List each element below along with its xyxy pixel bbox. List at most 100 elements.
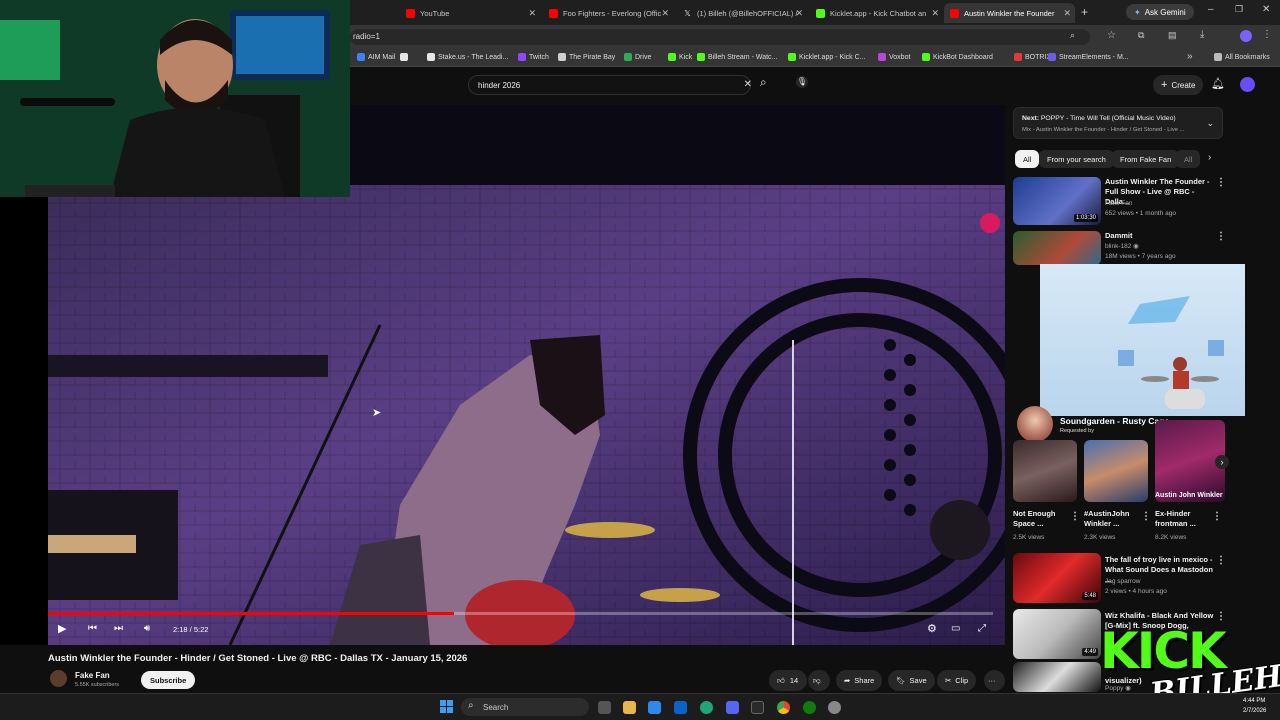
zoom-icon[interactable]: ⌕ bbox=[1070, 30, 1075, 41]
chip-from-fake-fan[interactable]: From Fake Fan bbox=[1112, 150, 1180, 168]
close-icon[interactable]: ✕ bbox=[795, 8, 803, 19]
channel-avatar[interactable] bbox=[50, 670, 67, 687]
extensions-icon[interactable]: ⧉ bbox=[1138, 30, 1144, 41]
tab-austin-winkler[interactable]: Austin Winkler the Founder ✕ bbox=[944, 3, 1075, 23]
terminal-icon[interactable] bbox=[751, 701, 764, 714]
bookmark-item[interactable]: Stake.us - The Leadi... bbox=[427, 53, 508, 61]
outlook-icon[interactable] bbox=[674, 701, 687, 714]
chip-all-2[interactable]: All bbox=[1176, 150, 1200, 168]
task-view-icon[interactable] bbox=[598, 701, 611, 714]
menu-icon[interactable]: ⋮ bbox=[1262, 29, 1272, 40]
bookmark-item[interactable]: Kick bbox=[668, 53, 692, 61]
new-tab-button[interactable]: + bbox=[1081, 5, 1088, 19]
bookmark-item[interactable]: Voxbot bbox=[878, 53, 910, 61]
chip-from-your-search[interactable]: From your search bbox=[1039, 150, 1114, 168]
more-vert-icon[interactable]: ⋮ bbox=[1216, 231, 1226, 242]
more-vert-icon[interactable]: ⋮ bbox=[1212, 511, 1222, 522]
list-item[interactable]: 5:48 The fall of troy live in mexico - W… bbox=[1013, 553, 1228, 603]
volume-icon[interactable]: 🔊︎ bbox=[144, 623, 150, 634]
settings-icon[interactable]: ⚙ bbox=[927, 622, 937, 635]
chevron-down-icon[interactable]: ⌄ bbox=[1206, 118, 1214, 129]
up-next-panel[interactable]: Next: POPPY - Time Will Tell (Official M… bbox=[1013, 107, 1223, 139]
dislike-button[interactable]: 👎︎ bbox=[808, 670, 830, 691]
tab-kicklet[interactable]: Kicklet.app - Kick Chatbot an ✕ bbox=[810, 3, 943, 23]
windows-start-icon[interactable] bbox=[440, 700, 453, 713]
settings-app-icon[interactable] bbox=[828, 701, 841, 714]
progress-track[interactable] bbox=[48, 612, 993, 615]
next-icon[interactable]: ⏭ bbox=[114, 623, 123, 634]
close-window-icon[interactable]: ✕ bbox=[1262, 4, 1270, 15]
edge-icon[interactable] bbox=[700, 701, 713, 714]
maximize-icon[interactable]: ❐ bbox=[1235, 4, 1243, 15]
tab-youtube[interactable]: YouTube ✕ bbox=[400, 3, 540, 23]
close-icon[interactable]: ✕ bbox=[1063, 8, 1071, 19]
bell-icon[interactable]: 🔔︎ bbox=[1211, 77, 1225, 90]
short-item[interactable]: #AustinJohn Winkler ... 2.3K views ⋮ bbox=[1084, 440, 1151, 545]
close-icon[interactable]: ✕ bbox=[528, 8, 536, 19]
short-item[interactable]: Austin John Winkler Ex-Hinder frontman .… bbox=[1155, 420, 1225, 545]
chip-all[interactable]: All bbox=[1015, 150, 1040, 168]
more-vert-icon[interactable]: ⋮ bbox=[1216, 177, 1226, 188]
minimize-icon[interactable]: – bbox=[1208, 4, 1214, 15]
sidepanel-icon[interactable]: ▤ bbox=[1168, 30, 1177, 41]
bookmark-star-icon[interactable]: ☆ bbox=[1107, 30, 1116, 41]
play-icon[interactable]: ▶ bbox=[58, 622, 66, 635]
bookmark-item[interactable]: Drive bbox=[624, 53, 651, 61]
url-field[interactable]: radio=1 bbox=[350, 29, 1090, 45]
bookmark-item[interactable]: AIM Mail bbox=[357, 53, 395, 61]
share-label: Share bbox=[854, 676, 875, 685]
save-button[interactable]: 🔖︎ Save bbox=[888, 670, 935, 691]
download-icon[interactable]: ⤓ bbox=[1200, 29, 1204, 40]
bookmark-item[interactable]: BOTRIX bbox=[1014, 53, 1051, 61]
list-item[interactable]: 1:03:30 Austin Winkler The Founder - Ful… bbox=[1013, 175, 1228, 225]
channel-name[interactable]: Fake Fan bbox=[75, 671, 110, 680]
bookmark-item[interactable]: Billeh Stream - Watc... bbox=[697, 53, 777, 61]
chevron-right-icon[interactable]: › bbox=[1208, 152, 1211, 163]
more-actions-button[interactable]: ··· bbox=[984, 670, 1005, 691]
more-vert-icon[interactable]: ⋮ bbox=[1216, 611, 1226, 622]
discord-icon[interactable] bbox=[726, 701, 739, 714]
music-request-overlay bbox=[1040, 264, 1245, 416]
file-explorer-icon[interactable] bbox=[623, 701, 636, 714]
xbox-icon[interactable] bbox=[803, 701, 816, 714]
subscribe-button[interactable]: Subscribe bbox=[141, 671, 196, 689]
like-button[interactable]: 👍︎ 14 bbox=[769, 670, 807, 691]
taskbar-search[interactable]: ⌕ Search bbox=[461, 698, 589, 716]
bookmark-item[interactable]: KickBot Dashboard bbox=[922, 53, 993, 61]
list-item[interactable]: Dammit blink-182 ◉ 18M views • 7 years a… bbox=[1013, 229, 1228, 265]
bookmark-item[interactable]: StreamElements - M... bbox=[1048, 53, 1129, 61]
clear-search-icon[interactable]: ✕ bbox=[744, 79, 752, 90]
share-button[interactable]: ➦ Share bbox=[836, 670, 883, 691]
bookmarks-more-icon[interactable]: » bbox=[1187, 51, 1193, 62]
profile-icon[interactable] bbox=[1240, 30, 1252, 42]
ask-gemini-button[interactable]: ✦ Ask Gemini bbox=[1126, 4, 1194, 20]
short-item[interactable]: Not Enough Space ... 2.5K views ⋮ bbox=[1013, 440, 1080, 545]
microphone-icon[interactable]: 🎙 bbox=[796, 76, 808, 88]
bookmark-item[interactable]: Twitch bbox=[518, 53, 549, 61]
create-button[interactable]: + Create bbox=[1153, 75, 1204, 95]
search-icon[interactable]: ⌕ bbox=[760, 75, 767, 90]
bookmark-label: KickBot Dashboard bbox=[933, 53, 993, 61]
close-icon[interactable]: ✕ bbox=[661, 8, 669, 19]
bookmark-item[interactable] bbox=[400, 53, 411, 61]
previous-icon[interactable]: ⏮ bbox=[88, 623, 97, 634]
all-bookmarks-folder[interactable]: All Bookmarks bbox=[1214, 53, 1270, 61]
tab-billeh-x[interactable]: 𝕏 (1) Billeh (@BillehOFFICIAL) / ✕ bbox=[677, 3, 807, 23]
bookmark-label: AIM Mail bbox=[368, 53, 396, 61]
more-vert-icon[interactable]: ⋮ bbox=[1141, 511, 1151, 522]
close-icon[interactable]: ✕ bbox=[931, 8, 939, 19]
more-vert-icon[interactable]: ⋮ bbox=[1070, 511, 1080, 522]
more-vert-icon[interactable]: ⋮ bbox=[1216, 555, 1226, 566]
clip-button[interactable]: ✂ Clip bbox=[937, 670, 977, 691]
miniplayer-icon[interactable]: ▭ bbox=[951, 623, 960, 634]
shorts-next-icon[interactable]: › bbox=[1215, 455, 1229, 469]
fullscreen-icon[interactable]: ⤢ bbox=[978, 623, 986, 634]
chrome-icon[interactable] bbox=[777, 701, 790, 714]
bookmark-item[interactable]: Kicklet.app - Kick C... bbox=[788, 53, 866, 61]
store-icon[interactable] bbox=[648, 701, 661, 714]
search-input[interactable]: hinder 2026 ✕ bbox=[468, 75, 752, 95]
bookmark-item[interactable]: The Pirate Bay bbox=[558, 53, 615, 61]
avatar[interactable] bbox=[1240, 77, 1255, 92]
up-next-label: Next: bbox=[1022, 115, 1039, 122]
tab-foo-fighters[interactable]: Foo Fighters - Everlong (Offic ✕ bbox=[543, 3, 673, 23]
